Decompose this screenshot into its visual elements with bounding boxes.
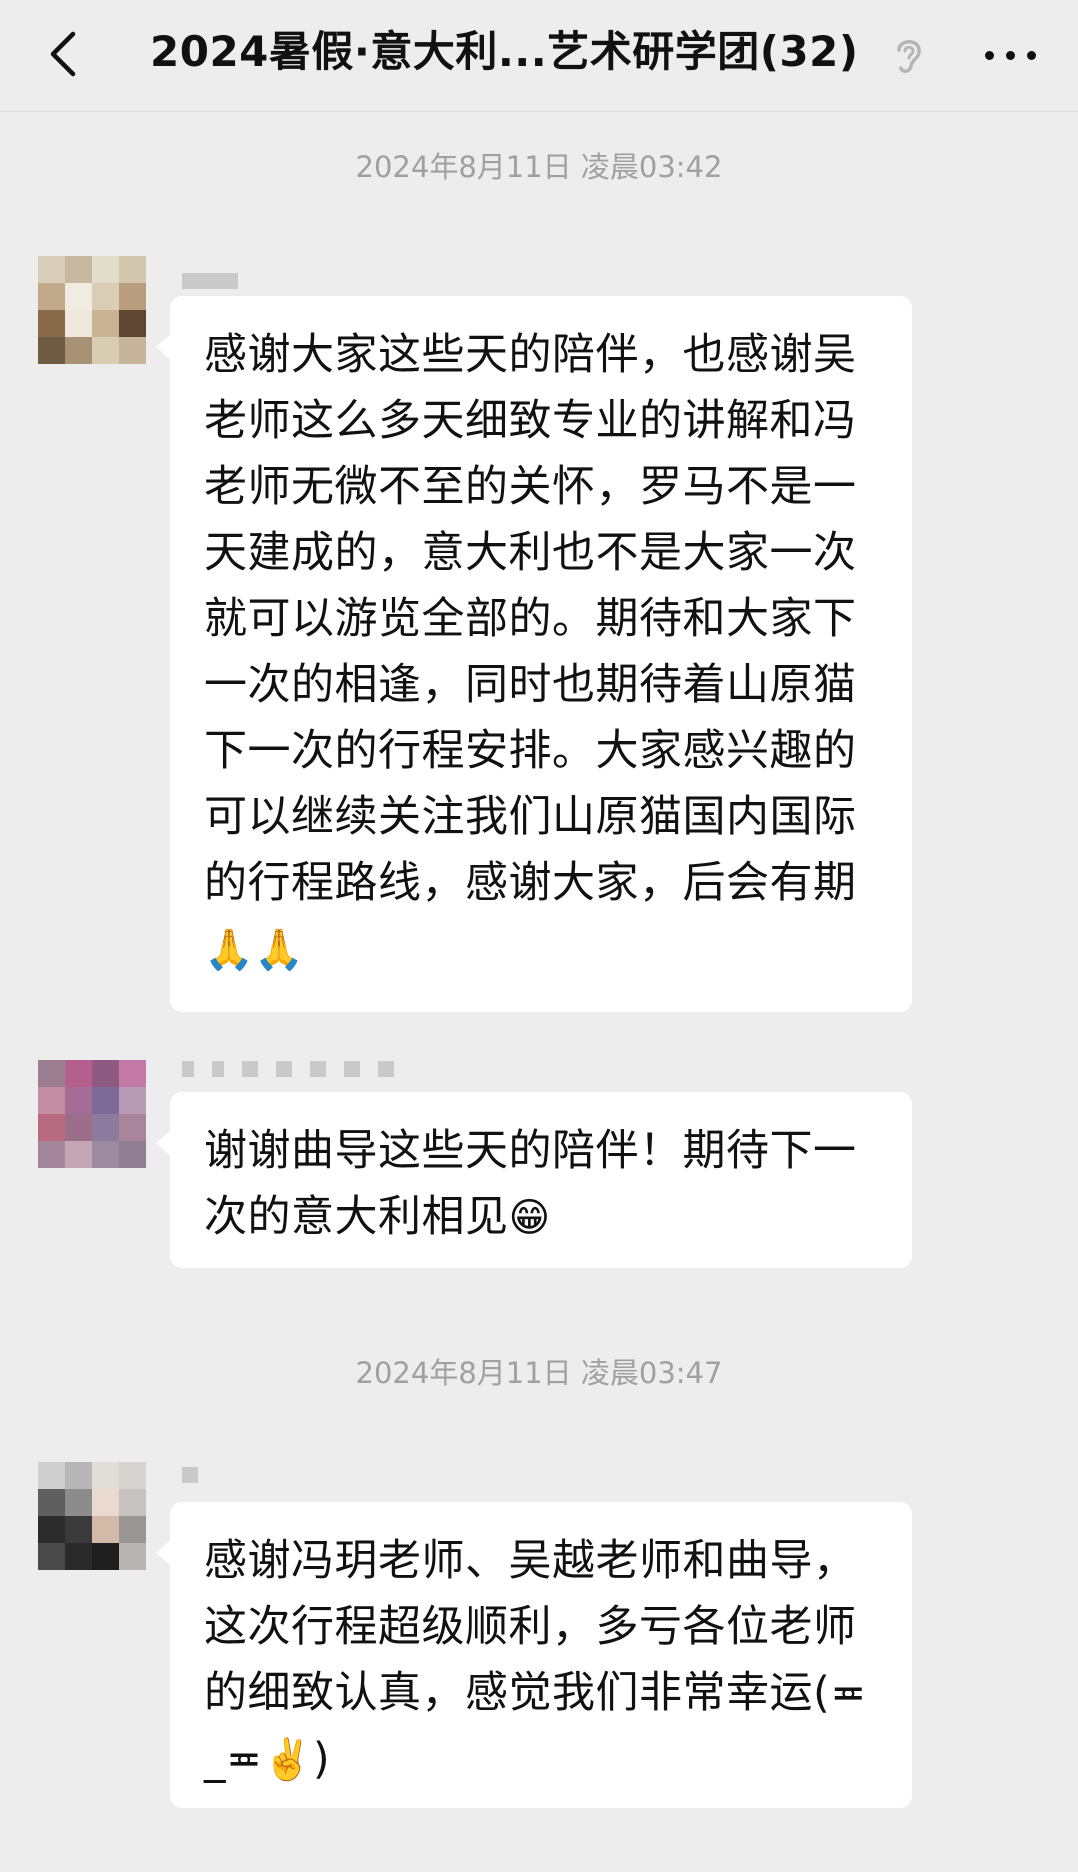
ear-icon xyxy=(897,40,921,73)
message-text: 谢谢曲导这些天的陪伴！期待下一次的意大利相见😁 xyxy=(204,1126,857,1242)
sender-name xyxy=(182,270,256,292)
message-text: 感谢大家这些天的陪伴，也感谢吴老师这么多天细致专业的讲解和冯老师无微不至的关怀，… xyxy=(204,330,857,973)
message-bubble[interactable]: 谢谢曲导这些天的陪伴！期待下一次的意大利相见😁 xyxy=(156,1092,912,1268)
message-bubble[interactable]: 感谢冯玥老师、吴越老师和曲导，这次行程超级顺利，多亏各位老师的细致认真，感觉我们… xyxy=(156,1502,912,1808)
timestamp: 2024年8月11日 凌晨03:47 xyxy=(355,1356,723,1390)
sender-name xyxy=(182,1058,412,1080)
timestamp: 2024年8月11日 凌晨03:42 xyxy=(355,150,723,184)
message-text: 感谢冯玥老师、吴越老师和曲导，这次行程超级顺利，多亏各位老师的细致认真，感觉我们… xyxy=(204,1536,867,1784)
chat-header: 2024暑假·意大利...艺术研学团(32) xyxy=(0,0,1078,112)
message-bubble[interactable]: 感谢大家这些天的陪伴，也感谢吴老师这么多天细致专业的讲解和冯老师无微不至的关怀，… xyxy=(156,296,912,1012)
pray-emoji-icon: 🙏🙏 xyxy=(204,927,305,973)
sender-name xyxy=(182,1464,216,1486)
avatar[interactable] xyxy=(38,256,146,364)
avatar[interactable] xyxy=(38,1462,146,1570)
back-button[interactable] xyxy=(36,24,88,84)
avatar[interactable] xyxy=(38,1060,146,1168)
more-dots-icon xyxy=(979,50,1042,60)
grin-emoji-icon: 😁 xyxy=(508,1195,551,1241)
chat-title: 2024暑假·意大利...艺术研学团(32) xyxy=(150,27,859,76)
chevron-left-icon xyxy=(50,31,76,77)
victory-hand-emoji-icon: ✌️ xyxy=(262,1737,313,1783)
more-options-button[interactable] xyxy=(970,30,1050,80)
